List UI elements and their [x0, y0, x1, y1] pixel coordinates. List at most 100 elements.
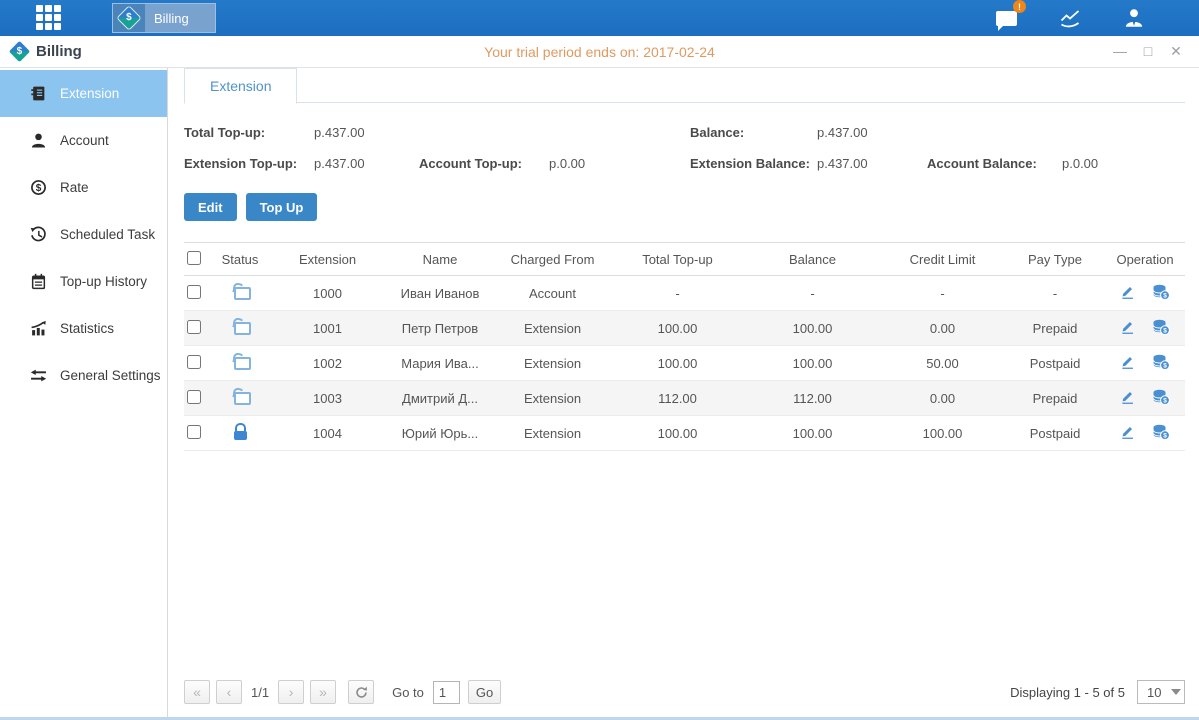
cell-charged-from: Account — [495, 276, 610, 311]
row-checkbox[interactable] — [187, 425, 201, 439]
last-page-button[interactable]: » — [310, 680, 336, 704]
account-balance-label: Account Balance: — [927, 156, 1062, 171]
column-name: Name — [385, 243, 495, 276]
goto-page-input[interactable] — [433, 681, 460, 704]
dollar-circle-icon: $ — [30, 179, 47, 196]
bar-chart-icon — [30, 320, 47, 337]
top-up-row-icon[interactable]: $ — [1152, 319, 1170, 338]
app-window: $ Billing ! — [0, 0, 1199, 720]
column-balance: Balance — [745, 243, 880, 276]
extension-topup-label: Extension Top-up: — [184, 156, 314, 171]
top-up-row-icon[interactable]: $ — [1152, 389, 1170, 408]
table-row[interactable]: 1002 Мария Ива... Extension 100.00 100.0… — [184, 346, 1185, 381]
resource-monitor-button[interactable] — [1057, 6, 1083, 30]
svg-text:$: $ — [1164, 362, 1168, 369]
user-icon — [1123, 8, 1145, 28]
row-checkbox[interactable] — [187, 285, 201, 299]
taskbar-tab-billing[interactable]: $ Billing — [112, 3, 216, 33]
edit-row-icon[interactable] — [1120, 389, 1135, 407]
history-clock-icon — [30, 226, 47, 243]
cell-credit-limit: - — [880, 276, 1005, 311]
row-checkbox[interactable] — [187, 390, 201, 404]
column-pay-type: Pay Type — [1005, 243, 1105, 276]
total-topup-value: p.437.00 — [314, 125, 365, 140]
next-page-button[interactable]: › — [278, 680, 304, 704]
sidebar-item-statistics[interactable]: Statistics — [0, 305, 167, 352]
cell-credit-limit: 50.00 — [880, 346, 1005, 381]
first-page-button[interactable]: « — [184, 680, 210, 704]
sidebar-item-scheduled-task[interactable]: Scheduled Task — [0, 211, 167, 258]
cell-name: Иван Иванов — [385, 276, 495, 311]
extension-balance-label: Extension Balance: — [690, 156, 817, 171]
table-row[interactable]: 1003 Дмитрий Д... Extension 112.00 112.0… — [184, 381, 1185, 416]
prev-page-button[interactable]: ‹ — [216, 680, 242, 704]
cell-charged-from: Extension — [495, 346, 610, 381]
cell-name: Дмитрий Д... — [385, 381, 495, 416]
notifications-button[interactable]: ! — [993, 6, 1019, 30]
cell-total-topup: - — [610, 276, 745, 311]
select-all-checkbox[interactable] — [187, 251, 201, 265]
tab-extension[interactable]: Extension — [184, 68, 297, 104]
edit-button[interactable]: Edit — [184, 193, 237, 221]
cell-pay-type: Prepaid — [1005, 381, 1105, 416]
column-extension: Extension — [270, 243, 385, 276]
system-topbar: $ Billing ! — [0, 0, 1199, 36]
svg-text:$: $ — [1164, 292, 1168, 299]
column-operation: Operation — [1105, 243, 1185, 276]
cell-total-topup: 100.00 — [610, 311, 745, 346]
close-button[interactable]: ✕ — [1167, 43, 1185, 60]
lock-status-icon — [233, 283, 248, 300]
cell-charged-from: Extension — [495, 416, 610, 451]
row-checkbox[interactable] — [187, 320, 201, 334]
sidebar-item-topup-history[interactable]: Top-up History — [0, 258, 167, 305]
balance-value: p.437.00 — [817, 125, 868, 140]
cell-extension: 1000 — [270, 276, 385, 311]
refresh-button[interactable] — [348, 680, 374, 704]
cell-credit-limit: 100.00 — [880, 416, 1005, 451]
refresh-icon — [355, 686, 368, 699]
table-row[interactable]: 1001 Петр Петров Extension 100.00 100.00… — [184, 311, 1185, 346]
svg-text:$: $ — [36, 183, 42, 194]
sidebar-item-general-settings[interactable]: General Settings — [0, 352, 167, 399]
sidebar-item-rate[interactable]: $ Rate — [0, 164, 167, 211]
notepad-icon — [30, 273, 47, 290]
cell-extension: 1004 — [270, 416, 385, 451]
billing-diamond-icon: $ — [113, 4, 145, 32]
edit-row-icon[interactable] — [1120, 319, 1135, 337]
cell-balance: 100.00 — [745, 346, 880, 381]
table-row[interactable]: 1004 Юрий Юрь... Extension 100.00 100.00… — [184, 416, 1185, 451]
row-checkbox[interactable] — [187, 355, 201, 369]
table-toolbar: Edit Top Up — [184, 193, 1185, 221]
app-launcher-grid-icon[interactable] — [36, 5, 64, 31]
edit-row-icon[interactable] — [1120, 284, 1135, 302]
transfer-arrows-icon — [30, 367, 47, 384]
cell-credit-limit: 0.00 — [880, 311, 1005, 346]
edit-row-icon[interactable] — [1120, 424, 1135, 442]
go-button[interactable]: Go — [468, 680, 501, 704]
sidebar-label: General Settings — [60, 368, 161, 383]
table-row[interactable]: 1000 Иван Иванов Account - - - - $ — [184, 276, 1185, 311]
column-charged-from: Charged From — [495, 243, 610, 276]
minimize-button[interactable]: — — [1111, 43, 1129, 60]
cell-balance: - — [745, 276, 880, 311]
sidebar-label: Account — [60, 133, 109, 148]
user-account-button[interactable] — [1121, 6, 1147, 30]
main-content: Extension Total Top-up: p.437.00 Balance… — [168, 68, 1199, 717]
column-status: Status — [210, 243, 270, 276]
top-up-row-icon[interactable]: $ — [1152, 354, 1170, 373]
top-up-row-icon[interactable]: $ — [1152, 284, 1170, 303]
page-size-select[interactable]: 10 — [1137, 680, 1185, 704]
top-up-row-icon[interactable]: $ — [1152, 424, 1170, 443]
top-up-button[interactable]: Top Up — [246, 193, 318, 221]
line-chart-icon — [1059, 8, 1081, 28]
svg-text:$: $ — [1164, 327, 1168, 334]
edit-row-icon[interactable] — [1120, 354, 1135, 372]
window-titlebar: $ Billing Your trial period ends on: 201… — [0, 36, 1199, 68]
maximize-button[interactable]: □ — [1139, 43, 1157, 60]
sidebar-item-account[interactable]: Account — [0, 117, 167, 164]
page-indicator: 1/1 — [251, 685, 269, 700]
sidebar-label: Rate — [60, 180, 89, 195]
cell-name: Мария Ива... — [385, 346, 495, 381]
sidebar-label: Extension — [60, 86, 119, 101]
sidebar-item-extension[interactable]: Extension — [0, 70, 167, 117]
